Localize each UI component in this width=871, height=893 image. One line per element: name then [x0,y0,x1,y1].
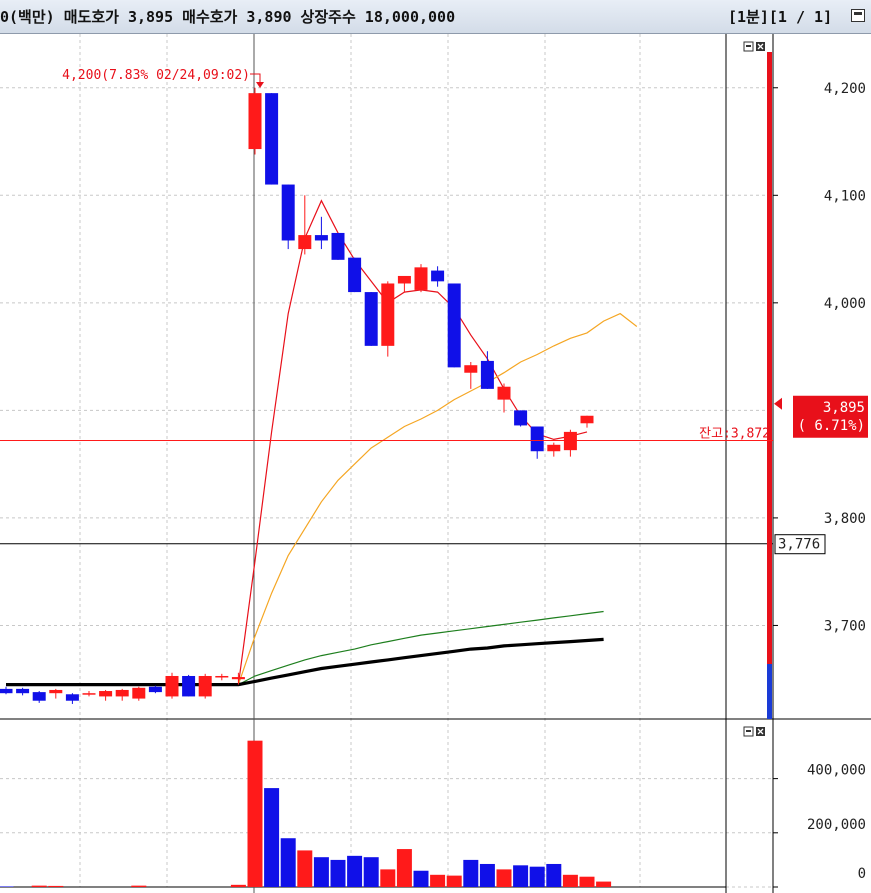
volume-bar [48,885,64,887]
price-tick-label: 4,200 [824,81,866,97]
volume-bar [31,885,47,887]
volume-bar [380,869,396,887]
current-price-value: 3,895 [823,400,865,416]
candle-body [447,283,461,368]
price-tick-label: 4,000 [824,296,866,312]
volume-bar [430,874,446,887]
candle-body [397,275,411,284]
volume-bar [446,875,462,887]
candle-body [281,184,295,241]
volume-bar [479,863,495,887]
volume-bar [596,881,612,887]
candle-body [314,235,328,241]
candle-body [248,93,262,150]
candle-body [182,675,196,697]
current-price-change: ( 6.71%) [798,418,865,434]
high-annotation: 4,200(7.83% 02/24,09:02) [62,68,250,83]
volume-bar [513,865,529,887]
candle-body [99,691,113,697]
chart-background [0,34,871,893]
minimize-glyph [746,730,751,732]
candle-body [331,232,345,260]
volume-bar [463,859,479,887]
stock-chart: 잔고:3,872 4,200(7.83% 02/24,09:02) 4,200 4… [0,34,871,893]
volume-bar [546,863,562,887]
volume-bar [313,857,329,887]
candle-body [16,688,30,694]
candle-body [514,410,528,426]
candle-body [265,93,279,185]
balance-label: 잔고:3,872 [699,426,770,441]
volume-bar [330,859,346,887]
candle-body [580,415,594,424]
candle-body [464,365,478,373]
candle-body [65,694,79,701]
candle-body [165,675,179,697]
candle-body [414,267,428,290]
volume-tick-label: 0 [858,866,866,882]
volume-bar [579,876,595,887]
candle-body [0,688,13,694]
volume-bar [496,869,512,887]
volume-bar [297,850,313,887]
price-tick-label: 3,800 [824,511,866,527]
candle-body [115,689,129,697]
candle-body [49,689,63,694]
candle-body [298,235,312,250]
price-range-bar-up [767,52,772,664]
candle-body [497,386,511,400]
candle-body [32,692,46,701]
volume-bar [363,857,379,887]
candle-body [381,283,395,346]
volume-bar [562,874,578,887]
volume-bar [280,838,296,887]
volume-bar [247,740,263,887]
candle-body [231,677,245,680]
candle-body [198,675,212,697]
price-tick-label: 3,700 [824,618,866,634]
volume-bar [413,870,429,887]
candle-body [530,426,544,452]
volume-tick-label: 400,000 [807,763,866,779]
volume-bar [131,885,147,887]
volume-bar [230,884,246,887]
candle-body [547,444,561,452]
volume-bar [264,788,280,887]
volume-bar [529,866,545,887]
candle-body [348,257,362,293]
price-range-bar-down [767,664,772,719]
candle-body [563,431,577,451]
minimize-glyph [746,45,751,47]
volume-tick-label: 200,000 [807,817,866,833]
candle-body [480,360,494,389]
candle-body [82,693,96,695]
candle-body [431,270,445,282]
candle-body [364,292,378,346]
candle-body [215,675,229,678]
price-tick-label: 4,100 [824,188,866,204]
volume-bar [347,855,363,887]
volume-bar [0,886,14,887]
candle-body [148,686,162,693]
volume-bar [396,849,412,887]
crosshair-price-value: 3,776 [778,537,820,553]
candle-body [132,687,146,699]
